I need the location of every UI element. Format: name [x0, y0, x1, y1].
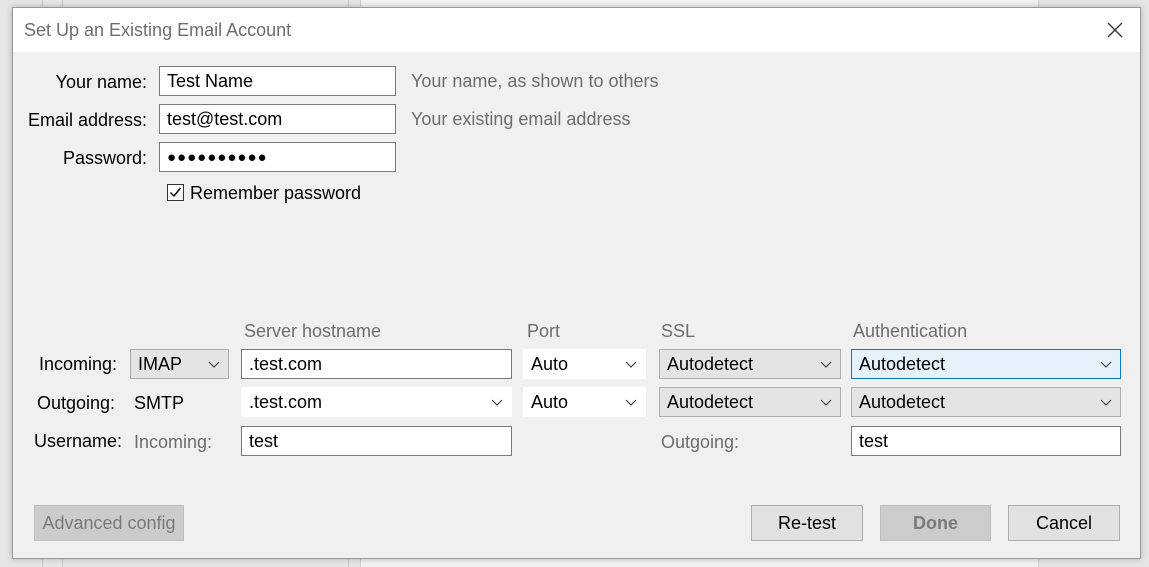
retest-button[interactable]: Re-test [751, 505, 863, 541]
advanced-config-button[interactable]: Advanced config [34, 505, 184, 541]
outgoing-port-value: Auto [531, 391, 569, 412]
username-outgoing-label: Outgoing: [661, 432, 740, 452]
outgoing-ssl-value: Autodetect [667, 391, 754, 412]
incoming-protocol-select[interactable]: IMAP [130, 349, 229, 379]
done-button[interactable]: Done [880, 505, 991, 541]
name-hint: Your name, as shown to others [411, 71, 659, 91]
outgoing-port-select[interactable]: Auto [523, 387, 646, 417]
email-input[interactable]: test@test.com [159, 104, 396, 134]
outgoing-hostname-value: .test.com [249, 391, 323, 412]
title-bar: Set Up an Existing Email Account [13, 8, 1140, 52]
username-incoming-label: Incoming: [134, 432, 213, 452]
incoming-auth-value: Autodetect [859, 353, 946, 374]
remember-password-checkbox[interactable] [167, 184, 184, 201]
header-port: Port [527, 321, 561, 341]
email-label: Email address: [27, 110, 147, 130]
incoming-protocol-value: IMAP [138, 353, 183, 374]
incoming-username-input[interactable]: test [241, 426, 512, 456]
chevron-down-icon [208, 361, 220, 368]
incoming-auth-select[interactable]: Autodetect [851, 349, 1121, 379]
header-server-hostname: Server hostname [244, 321, 382, 341]
password-input[interactable]: ●●●●●●●●●● [159, 142, 396, 172]
chevron-down-icon [1100, 361, 1112, 368]
close-icon[interactable] [1100, 16, 1130, 44]
header-ssl: SSL [661, 321, 696, 341]
outgoing-protocol: SMTP [134, 393, 185, 413]
account-setup-dialog: Set Up an Existing Email Account Your na… [12, 7, 1141, 559]
outgoing-username-input[interactable]: test [851, 426, 1121, 456]
chevron-down-icon [625, 399, 637, 406]
name-input[interactable]: Test Name [159, 66, 396, 96]
chevron-down-icon [820, 399, 832, 406]
cancel-button[interactable]: Cancel [1008, 505, 1120, 541]
incoming-hostname-input[interactable]: .test.com [241, 349, 512, 379]
incoming-port-select[interactable]: Auto [523, 349, 646, 379]
incoming-port-value: Auto [531, 353, 569, 374]
chevron-down-icon [1100, 399, 1112, 406]
outgoing-label: Outgoing: [37, 393, 116, 413]
outgoing-auth-value: Autodetect [859, 391, 946, 412]
chevron-down-icon [820, 361, 832, 368]
incoming-label: Incoming: [39, 354, 118, 374]
username-label: Username: [34, 431, 123, 451]
outgoing-ssl-select[interactable]: Autodetect [659, 387, 841, 417]
dialog-title: Set Up an Existing Email Account [24, 20, 292, 40]
chevron-down-icon [625, 361, 637, 368]
email-hint: Your existing email address [411, 109, 631, 129]
incoming-ssl-value: Autodetect [667, 353, 754, 374]
remember-password-label[interactable]: Remember password [190, 183, 361, 204]
header-authentication: Authentication [853, 321, 968, 341]
name-label: Your name: [55, 72, 147, 92]
password-label: Password: [62, 148, 147, 168]
incoming-ssl-select[interactable]: Autodetect [659, 349, 841, 379]
outgoing-hostname-combobox[interactable]: .test.com [241, 387, 512, 417]
outgoing-auth-select[interactable]: Autodetect [851, 387, 1121, 417]
chevron-down-icon [491, 399, 503, 406]
checkmark-icon [170, 187, 182, 198]
